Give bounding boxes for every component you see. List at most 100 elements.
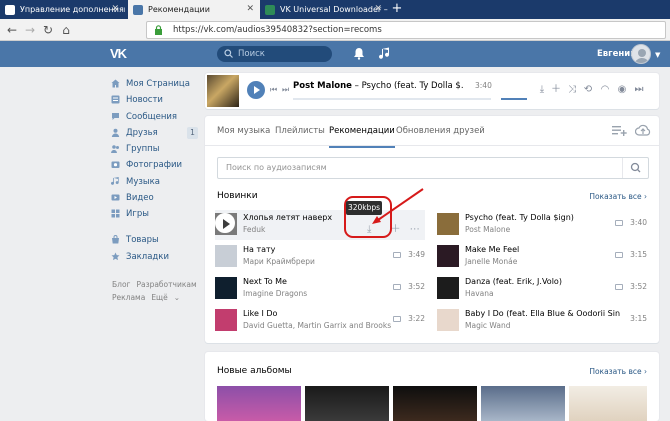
play-button[interactable] <box>247 81 265 99</box>
player-time: 3:40 <box>475 81 492 90</box>
forward-icon[interactable]: → <box>22 22 38 38</box>
track-row[interactable]: Baby I Do (feat. Ella Blue & Oodorii Sin… <box>437 306 647 336</box>
tab-friends-updates[interactable]: Обновления друзей <box>396 116 485 146</box>
left-menu: Моя Страница Новости Сообщения Друзья 1 Г… <box>108 76 198 265</box>
sidebar-item-goods[interactable]: Товары <box>108 232 198 248</box>
groups-icon <box>111 145 119 154</box>
track-row[interactable]: Psycho (feat. Ty Dolla $ign) Post Malone… <box>437 210 647 240</box>
player-track-title: Post Malone – Psycho (feat. Ty Dolla $..… <box>293 81 463 91</box>
footer-link-more[interactable]: Ещё <box>151 293 167 302</box>
sidebar-item-news[interactable]: Новости <box>108 92 198 108</box>
album-cover[interactable] <box>217 386 301 421</box>
audio-search-input[interactable]: Поиск по аудиозаписям <box>217 157 649 179</box>
download-icon[interactable]: ⤓ <box>536 83 548 97</box>
next-track-icon[interactable]: ⏭ <box>633 83 645 97</box>
track-row[interactable]: Next To Me Imagine Dragons 3:52 <box>215 274 425 304</box>
sidebar-item-groups[interactable]: Группы <box>108 141 198 157</box>
repeat-icon[interactable]: ⟲ <box>582 83 594 97</box>
section-title-new: Новинки <box>217 191 258 201</box>
sidebar-item-messages[interactable]: Сообщения <box>108 109 198 125</box>
vk-search-input[interactable]: Поиск <box>217 46 332 62</box>
download-icon[interactable] <box>393 316 401 322</box>
sidebar-item-friends[interactable]: Друзья 1 <box>108 125 198 141</box>
upload-icon[interactable] <box>635 123 651 137</box>
sidebar-item-photos[interactable]: Фотографии <box>108 157 198 173</box>
search-icon <box>224 49 233 58</box>
close-icon[interactable]: ✕ <box>246 0 254 19</box>
tab-playlists[interactable]: Плейлисты <box>275 116 325 146</box>
notifications-bell-icon[interactable] <box>353 47 365 60</box>
previous-track-icon[interactable]: ⏮ <box>270 85 277 95</box>
track-duration: 3:52 <box>630 282 647 291</box>
back-icon[interactable]: ← <box>4 22 20 38</box>
close-icon[interactable]: ✕ <box>374 0 382 19</box>
sidebar-item-music[interactable]: Музыка <box>108 174 198 190</box>
track-duration: 3:15 <box>630 250 647 259</box>
left-menu-footer: Блог Разработчикам Реклама Ещё ⌄ <box>112 278 202 304</box>
headphones-icon[interactable]: ◠ <box>599 83 611 97</box>
search-icon <box>630 162 641 173</box>
avatar[interactable] <box>631 44 651 64</box>
album-cover[interactable] <box>393 386 477 421</box>
vk-logo[interactable]: VK <box>110 47 132 61</box>
browser-tab-addons[interactable]: Управление дополнениями ✕ <box>0 0 125 19</box>
player-volume-slider[interactable] <box>501 98 527 100</box>
vk-favicon-icon <box>133 5 143 15</box>
new-tab-button[interactable]: + <box>389 0 405 19</box>
show-all-link[interactable]: Показать все › <box>589 192 647 201</box>
play-button[interactable] <box>215 213 235 233</box>
browser-tab-recommendations[interactable]: Рекомендации ✕ <box>128 0 260 19</box>
track-duration: 3:40 <box>630 218 647 227</box>
puzzle-icon <box>5 5 15 15</box>
sidebar-item-video[interactable]: Видео <box>108 190 198 206</box>
footer-link-blog[interactable]: Блог <box>112 280 130 289</box>
footer-link-ads[interactable]: Реклама <box>112 293 145 302</box>
track-duration: 3:49 <box>408 250 425 259</box>
tab-recommendations[interactable]: Рекомендации <box>329 116 395 148</box>
track-title: Next To Me <box>243 277 287 286</box>
music-note-icon[interactable] <box>379 47 391 60</box>
url-text: https://vk.com/audios39540832?section=re… <box>173 25 382 35</box>
close-icon[interactable]: ✕ <box>111 0 119 19</box>
reload-icon[interactable]: ↻ <box>40 22 56 38</box>
browser-tab-downloader[interactable]: VK Universal Downloader – Доп ✕ <box>260 0 388 19</box>
footer-link-developers[interactable]: Разработчикам <box>136 280 196 289</box>
album-cover[interactable] <box>305 386 389 421</box>
hq-icon <box>393 284 401 290</box>
search-button[interactable] <box>622 158 648 178</box>
track-duration: 3:22 <box>408 314 425 323</box>
sidebar-item-games[interactable]: Игры <box>108 206 198 222</box>
add-playlist-icon[interactable] <box>611 123 627 137</box>
chevron-down-icon[interactable]: ▼ <box>655 51 660 59</box>
vk-header: VK Поиск Евгений ▼ <box>0 41 670 67</box>
tab-my-music[interactable]: Моя музыка <box>217 116 270 146</box>
broadcast-icon[interactable]: ◉ <box>616 83 628 97</box>
messages-icon <box>112 112 119 120</box>
track-title: Danza (feat. Erik, J.Volo) <box>465 277 562 286</box>
track-cover <box>215 213 237 235</box>
show-all-link[interactable]: Показать все › <box>589 367 647 376</box>
add-icon[interactable]: ＋ <box>550 83 562 97</box>
hq-icon <box>615 284 623 290</box>
extension-icon <box>265 5 275 15</box>
track-cover <box>437 213 459 235</box>
next-track-icon[interactable]: ⏭ <box>282 85 289 95</box>
home-icon[interactable]: ⌂ <box>58 22 74 38</box>
hq-icon <box>615 220 623 226</box>
track-cover <box>215 245 237 267</box>
url-field[interactable]: https://vk.com/audios39540832?section=re… <box>146 21 666 39</box>
track-title: Like I Do <box>243 309 278 318</box>
track-row[interactable]: Like I Do David Guetta, Martin Garrix an… <box>215 306 425 336</box>
player-progress-bar[interactable] <box>293 98 491 100</box>
track-title: Make Me Feel <box>465 245 520 254</box>
track-row[interactable]: На тату Мари Краймбрери 3:49 <box>215 242 425 272</box>
shuffle-icon[interactable]: ⤨ <box>566 83 578 97</box>
album-cover[interactable] <box>481 386 565 421</box>
track-row[interactable]: Make Me Feel Janelle Monáe 3:15 <box>437 242 647 272</box>
album-cover[interactable] <box>569 386 647 421</box>
sidebar-item-my-page[interactable]: Моя Страница <box>108 76 198 92</box>
track-artist: Imagine Dragons <box>243 289 308 298</box>
track-artist: Feduk <box>243 225 266 234</box>
sidebar-item-bookmarks[interactable]: Закладки <box>108 249 198 265</box>
track-row[interactable]: Danza (feat. Erik, J.Volo) Havana 3:52 <box>437 274 647 304</box>
